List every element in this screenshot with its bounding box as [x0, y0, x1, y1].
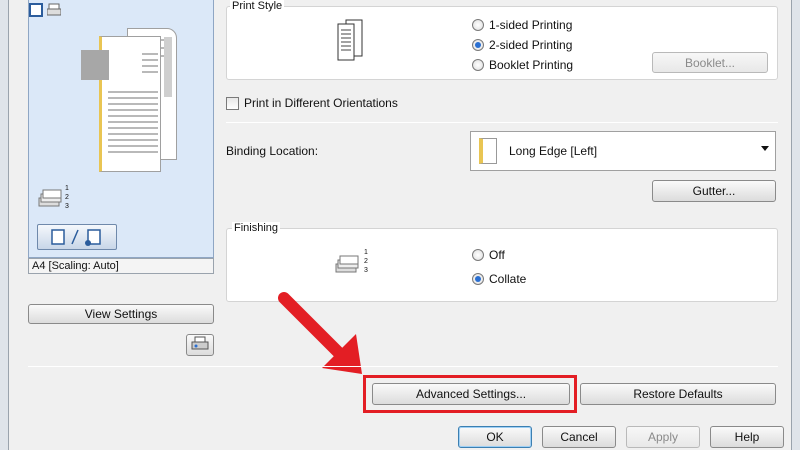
radio-2-sided-indicator[interactable] — [472, 39, 484, 51]
advanced-settings-button[interactable]: Advanced Settings... — [372, 383, 570, 405]
finishing-collate-icon — [334, 252, 360, 279]
radio-collate-indicator[interactable] — [472, 273, 484, 285]
collate-stack-icon — [37, 186, 63, 213]
radio-finishing-collate[interactable]: Collate — [472, 272, 526, 286]
binding-location-label: Binding Location: — [226, 144, 319, 158]
page-layout-toggle-button[interactable] — [37, 224, 117, 250]
printer-info-button[interactable] — [186, 334, 214, 356]
radio-finishing-off[interactable]: Off — [472, 248, 505, 262]
radio-booklet-indicator[interactable] — [472, 59, 484, 71]
radio-booklet-label: Booklet Printing — [489, 58, 574, 72]
radio-2-sided[interactable]: 2-sided Printing — [472, 38, 572, 52]
printer-info-icon — [191, 336, 209, 355]
printer-view-icon[interactable] — [46, 3, 62, 17]
red-arrow-icon — [278, 292, 368, 381]
radio-2-sided-label: 2-sided Printing — [489, 38, 573, 52]
window-frame-right — [791, 0, 800, 450]
single-page-view-icon[interactable] — [29, 3, 43, 17]
window-frame-left — [0, 0, 9, 450]
image-placeholder-icon — [81, 50, 109, 80]
radio-off-label: Off — [489, 248, 505, 262]
radio-1-sided[interactable]: 1-sided Printing — [472, 18, 572, 32]
finishing-page-numbers: 1 2 3 — [364, 249, 368, 274]
orientation-checkbox-label: Print in Different Orientations — [244, 96, 398, 110]
orientation-checkbox[interactable] — [226, 96, 239, 110]
chevron-down-icon[interactable] — [761, 146, 769, 151]
radio-off-indicator[interactable] — [472, 249, 484, 261]
radio-1-sided-label: 1-sided Printing — [489, 18, 573, 32]
paper-size-status: A4 [Scaling: Auto] — [28, 258, 214, 274]
restore-defaults-button[interactable]: Restore Defaults — [580, 383, 776, 405]
bottom-divider — [28, 366, 778, 367]
radio-1-sided-indicator[interactable] — [472, 19, 484, 31]
binding-location-select[interactable]: Long Edge [Left] — [470, 131, 776, 171]
help-button[interactable]: Help — [710, 426, 784, 448]
two-sided-document-icon — [336, 18, 366, 61]
binding-location-value: Long Edge [Left] — [509, 144, 598, 158]
cancel-button[interactable]: Cancel — [542, 426, 616, 448]
ok-button[interactable]: OK — [458, 426, 532, 448]
stack-page-numbers: 1 2 3 — [65, 185, 69, 210]
print-preview-panel: 1 2 3 — [28, 0, 214, 258]
booklet-button[interactable]: Booklet... — [652, 52, 768, 73]
finishing-group — [226, 228, 778, 302]
gutter-button[interactable]: Gutter... — [652, 180, 776, 202]
view-settings-button[interactable]: View Settings — [28, 304, 214, 324]
print-style-legend: Print Style — [230, 0, 285, 12]
orientation-checkbox-row[interactable]: Print in Different Orientations — [226, 96, 398, 110]
long-edge-binding-icon — [479, 138, 497, 164]
radio-collate-label: Collate — [489, 272, 527, 286]
section-divider — [226, 122, 778, 123]
apply-button[interactable]: Apply — [626, 426, 700, 448]
radio-booklet[interactable]: Booklet Printing — [472, 58, 573, 72]
finishing-legend: Finishing — [232, 222, 281, 234]
